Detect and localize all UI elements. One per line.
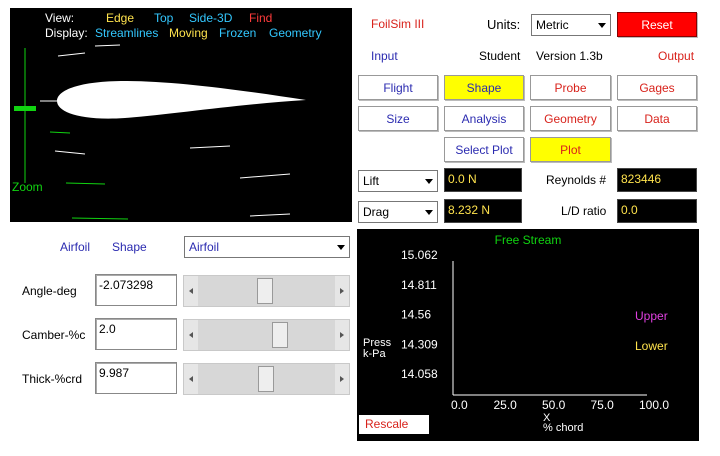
chevron-down-icon <box>425 210 433 215</box>
x-axis-label-line2: % chord <box>543 422 584 434</box>
ld-ratio-value: 0.0 <box>617 199 697 223</box>
zoom-handle <box>14 106 36 111</box>
lift-select-value: Lift <box>363 174 380 188</box>
shape-button[interactable]: Shape <box>444 75 524 100</box>
shape-type-select[interactable]: Airfoil <box>184 236 350 258</box>
pressure-chart: 15.062 14.811 14.56 14.309 14.058 0.0 25.0 50.0… <box>401 248 669 412</box>
data-button[interactable]: Data <box>617 106 697 131</box>
legend-lower: Lower <box>635 339 668 353</box>
version-label: Version 1.3b <box>536 49 603 63</box>
shape-param-slider[interactable] <box>183 319 350 351</box>
zoom-label: Zoom <box>12 180 43 194</box>
scroll-right-icon[interactable] <box>335 276 349 306</box>
shape-param-slider[interactable] <box>183 275 350 307</box>
drag-value: 8.232 N <box>444 199 522 223</box>
rescale-button[interactable]: Rescale <box>359 415 429 434</box>
shape-param-label: Angle-deg <box>22 284 77 298</box>
ld-ratio-label: L/D ratio <box>561 204 607 218</box>
scroll-left-icon[interactable] <box>184 364 198 394</box>
app-title: FoilSim III <box>371 17 425 31</box>
slider-thumb[interactable] <box>257 278 274 304</box>
legend-upper: Upper <box>635 309 668 323</box>
x-tick-label: 50.0 <box>542 398 566 412</box>
student-label: Student <box>479 49 521 63</box>
y-tick-label: 14.309 <box>401 337 438 351</box>
airfoil-label: Airfoil <box>60 240 91 254</box>
scroll-right-icon[interactable] <box>335 364 349 394</box>
lift-value: 0.0 N <box>444 168 522 192</box>
probe-button[interactable]: Probe <box>530 75 611 100</box>
input-label: Input <box>371 49 398 63</box>
analysis-button[interactable]: Analysis <box>444 106 524 131</box>
chevron-down-icon <box>425 179 433 184</box>
lift-select[interactable]: Lift <box>358 170 438 192</box>
reset-button[interactable]: Reset <box>617 12 697 37</box>
drag-select-value: Drag <box>363 205 390 219</box>
y-tick-label: 15.062 <box>401 248 438 262</box>
y-tick-label: 14.811 <box>401 278 437 292</box>
plot-panel: Free Stream 15.062 14.811 14.56 14.309 14.05… <box>357 229 699 441</box>
shape-param-input[interactable]: 9.987 <box>95 362 177 394</box>
select-plot-button[interactable]: Select Plot <box>444 137 524 162</box>
flight-button[interactable]: Flight <box>358 75 438 100</box>
y-axis-label: Press k-Pa <box>363 338 391 360</box>
chevron-down-icon <box>598 23 606 28</box>
airfoil-canvas <box>14 44 306 220</box>
slider-thumb[interactable] <box>258 366 275 392</box>
output-label: Output <box>658 49 695 63</box>
scroll-left-icon[interactable] <box>184 276 198 306</box>
shape-param-label: Thick-%crd <box>22 372 83 386</box>
streamlines <box>54 44 291 217</box>
shape-param-input[interactable]: 2.0 <box>95 318 177 350</box>
shape-param-label: Camber-%c <box>22 328 86 342</box>
x-tick-label: 0.0 <box>451 398 468 412</box>
scroll-left-icon[interactable] <box>184 320 198 350</box>
x-tick-label: 25.0 <box>494 398 518 412</box>
y-tick-label: 14.058 <box>401 367 438 381</box>
scroll-right-icon[interactable] <box>335 320 349 350</box>
gages-button[interactable]: Gages <box>617 75 697 100</box>
airfoil-shape <box>57 81 306 119</box>
units-label: Units: <box>487 17 521 32</box>
shape-label: Shape <box>112 240 147 254</box>
reynolds-label: Reynolds # <box>546 173 607 187</box>
units-select-value: Metric <box>536 18 569 32</box>
shape-param-slider[interactable] <box>183 363 350 395</box>
chevron-down-icon <box>337 245 345 250</box>
shape-type-select-value: Airfoil <box>189 240 220 254</box>
plot-button[interactable]: Plot <box>530 137 611 162</box>
reynolds-value: 823446 <box>617 168 697 192</box>
drag-select[interactable]: Drag <box>358 201 438 223</box>
x-tick-label: 75.0 <box>591 398 615 412</box>
x-axis-label: X % chord <box>543 413 584 434</box>
x-tick-label: 100.0 <box>639 398 669 412</box>
y-tick-label: 14.56 <box>401 308 431 322</box>
size-button[interactable]: Size <box>358 106 438 131</box>
geometry-button[interactable]: Geometry <box>530 106 611 131</box>
units-select[interactable]: Metric <box>531 14 611 36</box>
slider-thumb[interactable] <box>271 322 288 348</box>
shape-param-input[interactable]: -2.073298 <box>95 274 177 306</box>
y-axis-label-line2: k-Pa <box>363 348 386 360</box>
flow-view-panel[interactable]: View: Edge Top Side-3D Find Display: Str… <box>10 8 352 222</box>
